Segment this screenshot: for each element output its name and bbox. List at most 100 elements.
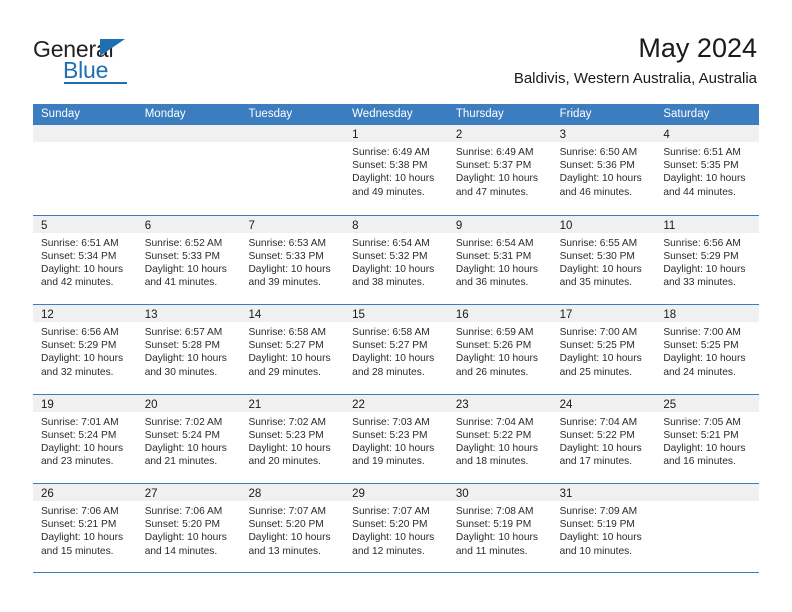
day-number: 7	[248, 219, 255, 232]
day-number-bar: 8	[344, 215, 448, 233]
daylight-text-line2: and 32 minutes.	[41, 366, 114, 378]
daylight-text-line2: and 13 minutes.	[248, 545, 321, 557]
day-details: Sunrise: 6:58 AM Sunset: 5:27 PM Daylight:…	[240, 322, 344, 379]
day-cell[interactable]: 5 Sunrise: 6:51 AM Sunset: 5:34 PM Daylight…	[33, 215, 137, 304]
day-cell[interactable]: 24 Sunrise: 7:04 AM Sunset: 5:22 PM Dayligh…	[551, 394, 656, 483]
day-details: Sunrise: 6:51 AM Sunset: 5:35 PM Daylight:…	[655, 142, 759, 199]
day-cell[interactable]: 26 Sunrise: 7:06 AM Sunset: 5:21 PM Dayligh…	[33, 484, 137, 572]
daylight-text-line2: and 14 minutes.	[144, 545, 218, 557]
daylight-text-line2: and 25 minutes.	[559, 366, 633, 378]
day-cell[interactable]: 14 Sunrise: 6:58 AM Sunset: 5:27 PM Dayligh…	[240, 305, 345, 394]
day-number: 11	[663, 219, 676, 232]
day-number-bar	[33, 125, 137, 142]
day-cell-empty	[136, 125, 241, 215]
day-details: Sunrise: 6:49 AM Sunset: 5:37 PM Daylight:…	[448, 142, 552, 199]
sunset-text: Sunset: 5:38 PM	[352, 160, 428, 172]
day-number-bar: 19	[33, 394, 137, 412]
day-cell[interactable]: 31 Sunrise: 7:09 AM Sunset: 5:19 PM Dayligh…	[551, 484, 656, 572]
day-details: Sunrise: 7:03 AM Sunset: 5:23 PM Daylight:…	[344, 412, 448, 469]
daylight-text-line2: and 12 minutes.	[352, 545, 425, 557]
day-cell[interactable]: 29 Sunrise: 7:07 AM Sunset: 5:20 PM Dayligh…	[344, 484, 448, 572]
day-cell[interactable]: 2 Sunrise: 6:49 AM Sunset: 5:37 PM Daylight…	[447, 125, 552, 215]
day-cell[interactable]: 8 Sunrise: 6:54 AM Sunset: 5:32 PM Daylight…	[344, 215, 448, 304]
day-details: Sunrise: 7:00 AM Sunset: 5:25 PM Daylight:…	[655, 322, 759, 379]
day-number: 2	[455, 129, 463, 141]
daylight-text-line1: Daylight: 10 hours	[663, 263, 746, 275]
day-cell[interactable]: 22 Sunrise: 7:03 AM Sunset: 5:23 PM Dayligh…	[344, 394, 448, 483]
sunrise-text: Sunrise: 6:55 AM	[559, 237, 638, 249]
weekday-header-sunday: Sunday	[41, 108, 81, 120]
sunset-text: Sunset: 5:24 PM	[144, 429, 221, 441]
day-details: Sunrise: 6:56 AM Sunset: 5:29 PM Daylight:…	[655, 233, 759, 290]
day-cell[interactable]: 19 Sunrise: 7:01 AM Sunset: 5:24 PM Dayligh…	[33, 394, 137, 483]
daylight-text-line1: Daylight: 10 hours	[352, 263, 435, 275]
day-number-bar: 30	[447, 484, 552, 501]
daylight-text-line1: Daylight: 10 hours	[663, 173, 746, 185]
sunset-text: Sunset: 5:37 PM	[455, 160, 532, 172]
daylight-text-line2: and 33 minutes.	[663, 277, 736, 289]
day-details: Sunrise: 7:09 AM Sunset: 5:19 PM Daylight:…	[552, 501, 656, 558]
day-cell[interactable]: 23 Sunrise: 7:04 AM Sunset: 5:22 PM Dayligh…	[447, 394, 552, 483]
day-number: 20	[144, 398, 158, 411]
day-cell[interactable]: 1 Sunrise: 6:49 AM Sunset: 5:38 PM Daylight…	[344, 125, 448, 215]
sunset-text: Sunset: 5:33 PM	[248, 250, 324, 262]
day-number: 12	[41, 309, 54, 321]
day-cell[interactable]: 10 Sunrise: 6:55 AM Sunset: 5:30 PM Dayligh…	[551, 215, 656, 304]
day-cell[interactable]: 3 Sunrise: 6:50 AM Sunset: 5:36 PM Daylight…	[551, 125, 656, 215]
day-number: 21	[248, 398, 262, 411]
day-cell[interactable]: 30 Sunrise: 7:08 AM Sunset: 5:19 PM Dayligh…	[447, 484, 552, 572]
sunrise-text: Sunrise: 7:03 AM	[352, 416, 430, 428]
day-number: 24	[559, 398, 573, 411]
sunset-text: Sunset: 5:22 PM	[559, 429, 635, 441]
day-details: Sunrise: 6:53 AM Sunset: 5:33 PM Daylight:…	[240, 233, 344, 290]
day-cell[interactable]: 18 Sunrise: 7:00 AM Sunset: 5:25 PM Dayligh…	[655, 305, 760, 394]
day-cell[interactable]: 28 Sunrise: 7:07 AM Sunset: 5:20 PM Dayligh…	[240, 484, 345, 572]
day-number: 29	[352, 488, 365, 500]
week-row: 1 Sunrise: 6:49 AM Sunset: 5:38 PM Daylight…	[33, 125, 760, 215]
daylight-text-line2: and 38 minutes.	[352, 277, 425, 289]
day-cell[interactable]: 16 Sunrise: 6:59 AM Sunset: 5:26 PM Dayligh…	[447, 305, 552, 394]
sunrise-text: Sunrise: 6:57 AM	[144, 327, 223, 338]
day-details: Sunrise: 7:07 AM Sunset: 5:20 PM Daylight:…	[240, 501, 344, 558]
day-details: Sunrise: 7:06 AM Sunset: 5:21 PM Daylight:…	[33, 501, 137, 558]
day-number: 18	[663, 309, 677, 321]
day-details: Sunrise: 7:04 AM Sunset: 5:22 PM Daylight:…	[552, 412, 656, 469]
sunrise-text: Sunrise: 6:58 AM	[352, 327, 430, 338]
day-cell[interactable]: 20 Sunrise: 7:02 AM Sunset: 5:24 PM Dayligh…	[136, 394, 241, 483]
day-number-bar: 14	[240, 305, 345, 322]
sunrise-text: Sunrise: 6:54 AM	[352, 237, 430, 249]
daylight-text-line1: Daylight: 10 hours	[352, 532, 435, 544]
day-cell[interactable]: 9 Sunrise: 6:54 AM Sunset: 5:31 PM Daylight…	[447, 215, 552, 304]
day-cell[interactable]: 21 Sunrise: 7:02 AM Sunset: 5:23 PM Dayligh…	[240, 394, 345, 483]
daylight-text-line2: and 19 minutes.	[352, 456, 425, 468]
sunset-text: Sunset: 5:34 PM	[41, 250, 117, 262]
daylight-text-line2: and 41 minutes.	[144, 277, 218, 289]
general-blue-logo[interactable]: General Blue	[33, 36, 263, 88]
day-cell[interactable]: 11 Sunrise: 6:56 AM Sunset: 5:29 PM Dayligh…	[655, 215, 760, 304]
day-cell[interactable]: 15 Sunrise: 6:58 AM Sunset: 5:27 PM Dayligh…	[344, 305, 448, 394]
day-details: Sunrise: 6:59 AM Sunset: 5:26 PM Daylight:…	[448, 322, 552, 379]
day-cell[interactable]: 6 Sunrise: 6:52 AM Sunset: 5:33 PM Daylight…	[136, 215, 241, 304]
day-number: 19	[41, 398, 54, 411]
day-cell[interactable]: 27 Sunrise: 7:06 AM Sunset: 5:20 PM Dayligh…	[136, 484, 241, 572]
day-cell[interactable]: 25 Sunrise: 7:05 AM Sunset: 5:21 PM Dayligh…	[655, 394, 760, 483]
sunrise-text: Sunrise: 7:00 AM	[663, 327, 741, 338]
day-cell[interactable]: 17 Sunrise: 7:00 AM Sunset: 5:25 PM Dayligh…	[551, 305, 656, 394]
day-cell[interactable]: 13 Sunrise: 6:57 AM Sunset: 5:28 PM Dayligh…	[136, 305, 241, 394]
day-cell[interactable]: 12 Sunrise: 6:56 AM Sunset: 5:29 PM Dayligh…	[33, 305, 137, 394]
sunrise-text: Sunrise: 6:56 AM	[663, 237, 741, 249]
day-number-bar: 27	[136, 484, 241, 501]
daylight-text-line2: and 35 minutes.	[559, 277, 633, 289]
day-cell-empty	[33, 125, 137, 215]
day-number: 13	[144, 309, 158, 321]
day-number-bar: 22	[344, 394, 448, 412]
day-cell[interactable]: 4 Sunrise: 6:51 AM Sunset: 5:35 PM Daylight…	[655, 125, 760, 215]
day-cell[interactable]: 7 Sunrise: 6:53 AM Sunset: 5:33 PM Daylight…	[240, 215, 345, 304]
day-number-bar: 26	[33, 484, 137, 501]
sunrise-text: Sunrise: 7:02 AM	[144, 416, 223, 428]
daylight-text-line1: Daylight: 10 hours	[559, 442, 642, 454]
daylight-text-line2: and 20 minutes.	[248, 456, 321, 468]
day-details: Sunrise: 6:49 AM Sunset: 5:38 PM Daylight:…	[344, 142, 448, 199]
day-cell-empty	[240, 125, 345, 215]
daylight-text-line1: Daylight: 10 hours	[248, 353, 331, 365]
